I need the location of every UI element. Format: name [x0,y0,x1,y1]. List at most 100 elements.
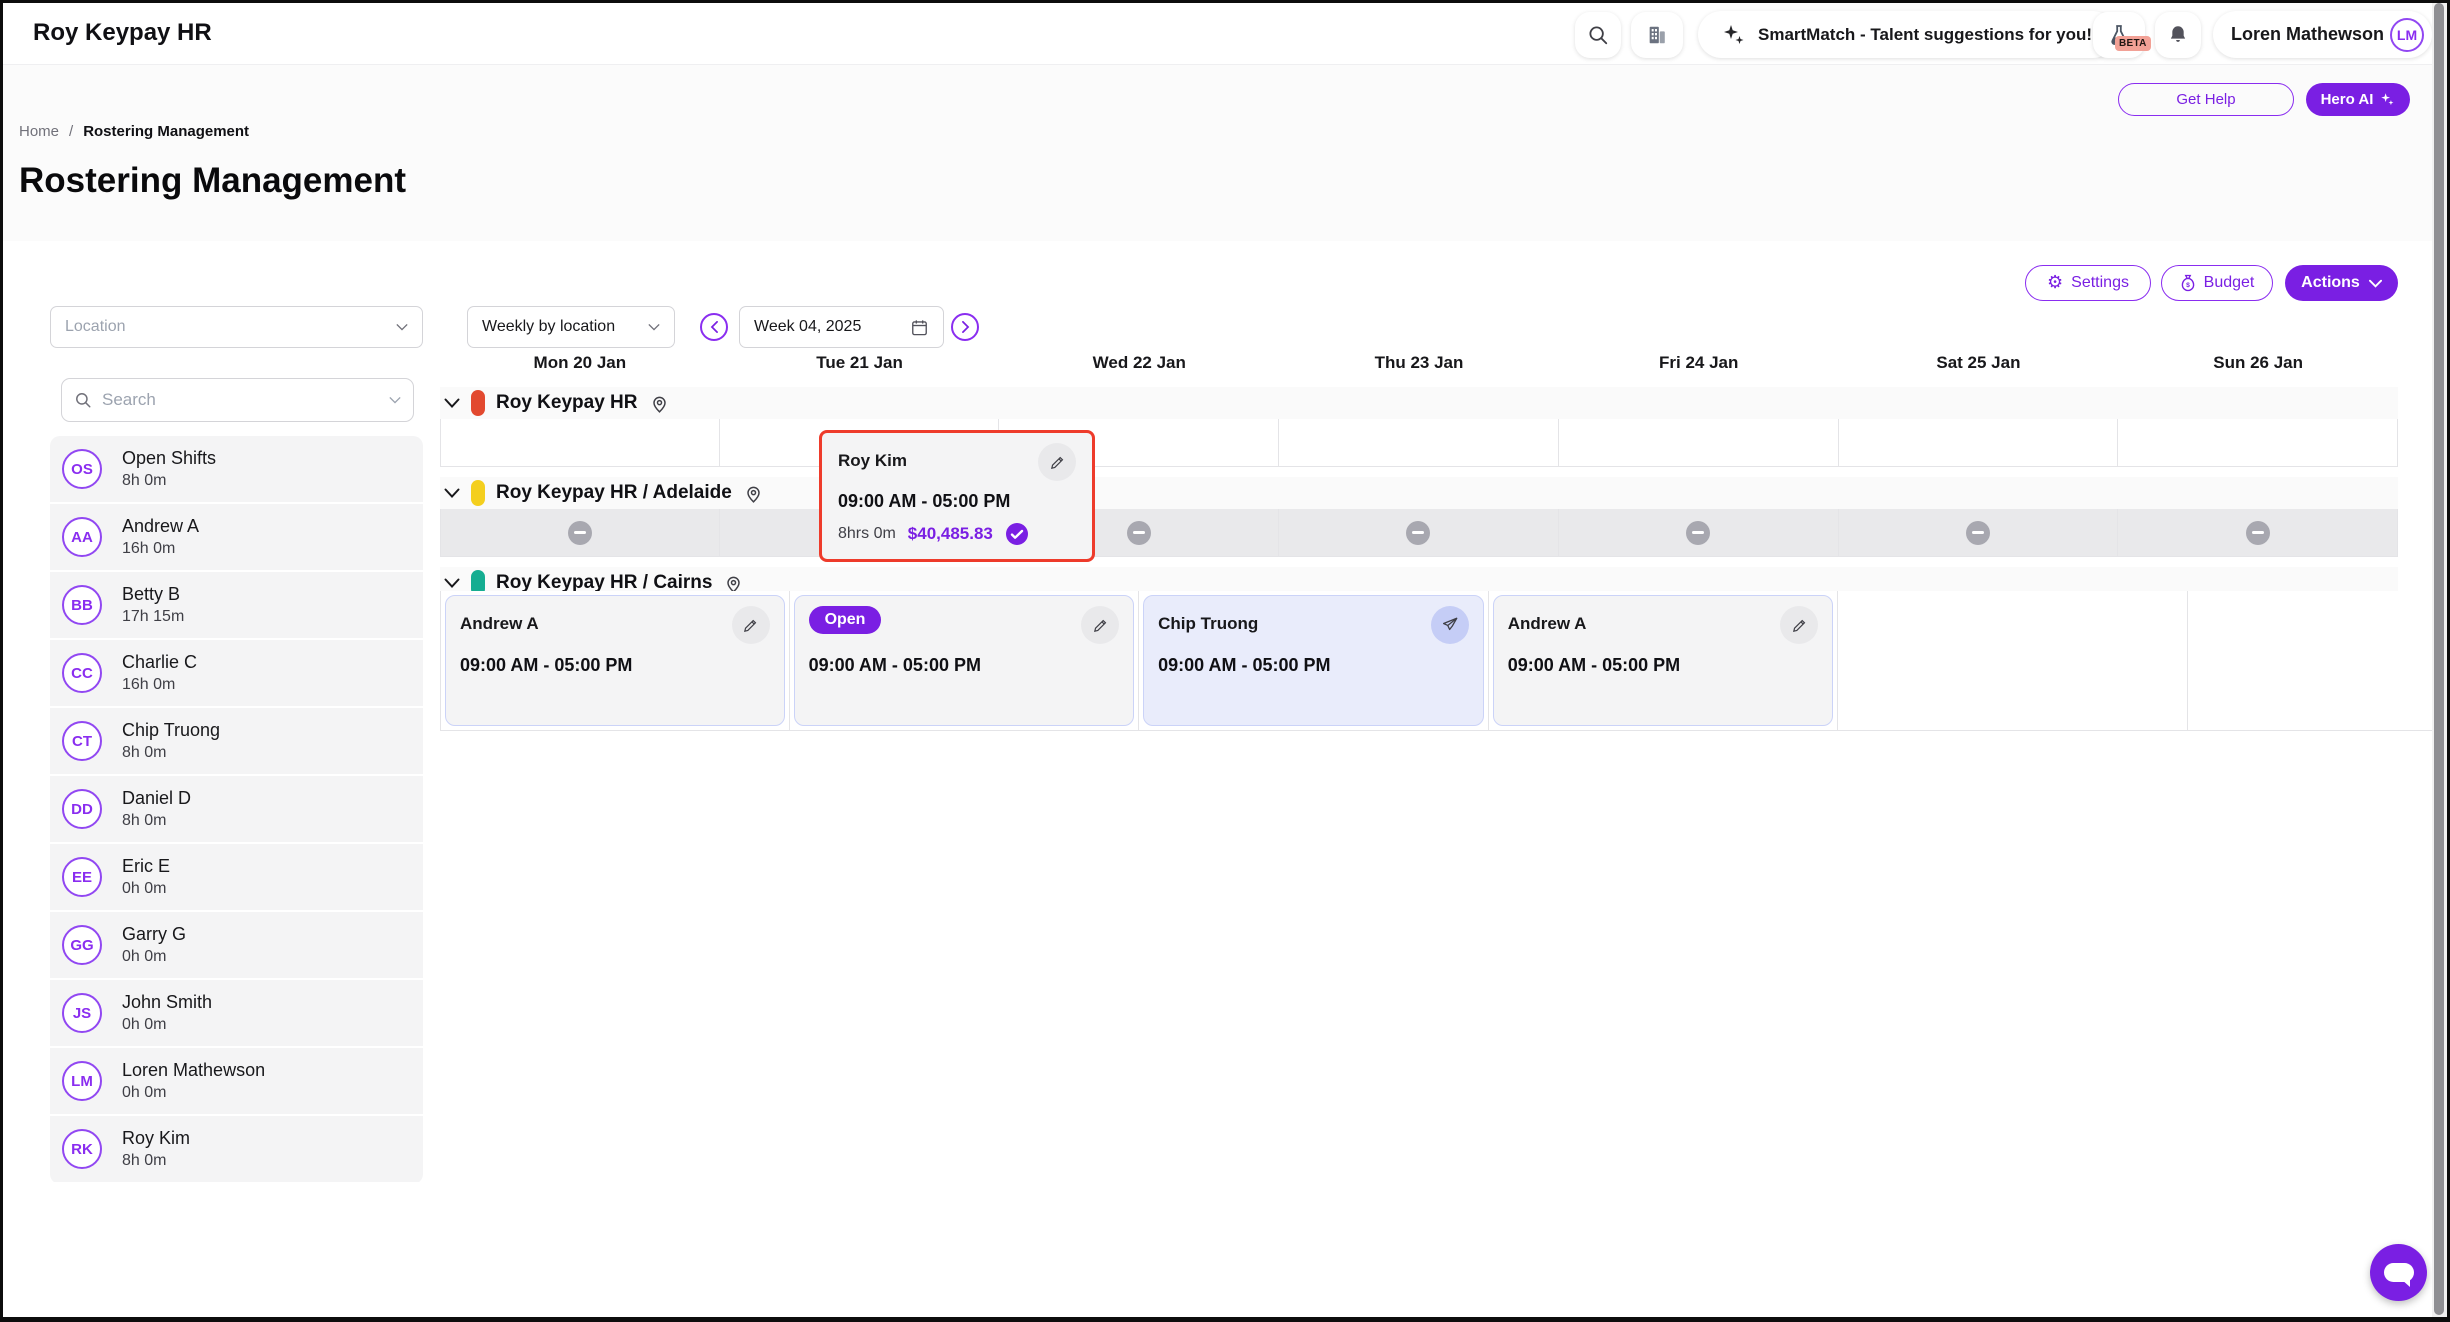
roster-cell[interactable] [1559,509,1839,557]
scrollbar-thumb[interactable] [2434,3,2444,1315]
roster-cell[interactable]: Andrew A 09:00 AM - 05:00 PM [1489,591,1839,731]
avatar: LM [62,1061,102,1101]
roster-cell[interactable] [1559,419,1839,467]
location-group-header[interactable]: Roy Keypay HR [440,387,2398,419]
week-value: Week 04, 2025 [754,318,861,336]
roster-cell[interactable] [1839,509,2119,557]
roster-cell[interactable] [440,419,720,467]
labs-button[interactable]: BETA [2093,12,2145,58]
edit-shift-button[interactable] [1081,606,1119,644]
view-mode-select[interactable]: Weekly by location [467,306,675,348]
employee-search[interactable] [61,378,414,422]
shift-card-top: Open [809,606,1120,644]
pencil-icon [742,617,759,634]
budget-button[interactable]: $ Budget [2161,265,2273,301]
employee-text: John Smith0h 0m [122,990,212,1036]
shift-time: 09:00 AM - 05:00 PM [809,655,1120,676]
edit-shift-button[interactable] [732,606,770,644]
search-input[interactable] [102,390,379,410]
publish-shift-button[interactable] [1431,606,1469,644]
actions-button[interactable]: Actions [2285,265,2398,301]
avatar: GG [62,925,102,965]
breadcrumb-home[interactable]: Home [19,123,59,140]
organisation-button[interactable] [1631,12,1683,58]
get-help-button[interactable]: Get Help [2118,83,2294,116]
settings-label: Settings [2071,274,2129,292]
roster-cell[interactable] [1279,509,1559,557]
chat-launcher-button[interactable] [2370,1244,2427,1301]
shift-time: 09:00 AM - 05:00 PM [1508,655,1819,676]
chevron-down-icon[interactable] [444,398,460,409]
search-button[interactable] [1575,12,1621,58]
previous-week-button[interactable] [700,313,728,341]
employee-name: Daniel D [122,786,191,810]
employee-row-loren-mathewson[interactable]: LMLoren Mathewson0h 0m [50,1048,423,1114]
roster-cell[interactable] [2188,591,2450,731]
chevron-down-icon[interactable] [444,488,460,499]
day-header-mon: Mon 20 Jan [440,353,720,373]
shift-time: 09:00 AM - 05:00 PM [1158,655,1469,676]
pencil-icon [1791,617,1808,634]
employee-row-andrew-a[interactable]: AAAndrew A16h 0m [50,504,423,570]
avatar: BB [62,585,102,625]
location-select[interactable]: Location [50,306,423,348]
day-header-tue: Tue 21 Jan [720,353,1000,373]
shift-card[interactable]: Andrew A 09:00 AM - 05:00 PM [1493,595,1834,726]
settings-button[interactable]: ⚙ Settings [2025,265,2151,301]
roster-cell[interactable]: Andrew A09:00 AM - 05:00 PM [440,591,790,731]
shift-card[interactable]: Open 09:00 AM - 05:00 PM [794,595,1135,726]
employee-row-betty-b[interactable]: BBBetty B17h 15m [50,572,423,638]
week-picker[interactable]: Week 04, 2025 [739,306,944,348]
roster-cell[interactable] [440,509,720,557]
chevron-down-icon[interactable] [444,578,460,589]
shift-card[interactable]: Andrew A09:00 AM - 05:00 PM [445,595,785,726]
hero-ai-button[interactable]: Hero AI [2306,83,2410,116]
breadcrumb: Home / Rostering Management [19,123,249,140]
shift-card-bottom [460,687,770,713]
shift-employee-name: Andrew A [460,606,539,634]
user-name: Loren Mathewson [2231,24,2384,45]
user-avatar: LM [2390,18,2424,52]
next-week-button[interactable] [951,313,979,341]
edit-shift-button[interactable] [1038,443,1076,481]
page-scrollbar[interactable] [2432,3,2447,1317]
employee-hours: 8h 0m [122,742,220,764]
roster-cell[interactable]: Open 09:00 AM - 05:00 PM [790,591,1140,731]
gear-icon: ⚙ [2047,274,2063,292]
roster-cell[interactable] [2118,509,2398,557]
employee-row-john-smith[interactable]: JSJohn Smith0h 0m [50,980,423,1046]
avatar: OS [62,449,102,489]
employee-name: Roy Kim [122,1126,190,1150]
employee-hours: 8h 0m [122,470,216,492]
day-header-fri: Fri 24 Jan [1559,353,1839,373]
employee-hours: 17h 15m [122,606,184,628]
employee-row-garry-g[interactable]: GG Garry G0h 0m [50,912,423,978]
smartmatch-banner[interactable]: SmartMatch - Talent suggestions for you! [1698,11,2116,58]
roster-cell[interactable]: Chip Truong09:00 AM - 05:00 PM [1139,591,1489,731]
highlighted-shift-card[interactable]: Roy Kim 09:00 AM - 05:00 PM 8hrs 0m $40,… [819,430,1095,562]
shift-card-top: Andrew A [460,606,770,644]
employee-row-daniel-d[interactable]: DDDaniel D8h 0m [50,776,423,842]
location-pin-icon [649,393,670,414]
notifications-button[interactable] [2155,12,2201,58]
employee-row-open-shifts[interactable]: OSOpen Shifts8h 0m [50,436,423,502]
employee-row-charlie-c[interactable]: CCCharlie C16h 0m [50,640,423,706]
shift-card-top: Andrew A [1508,606,1819,644]
roster-cell[interactable] [2118,419,2398,467]
location-group-header[interactable]: Roy Keypay HR / Adelaide [440,477,2398,509]
location-pin-icon [743,483,764,504]
verified-check-icon [1005,522,1029,546]
user-menu[interactable]: Loren Mathewson LM [2213,11,2432,58]
employee-row-chip-truong[interactable]: CTChip Truong8h 0m [50,708,423,774]
employee-name: Charlie C [122,650,197,674]
employee-text: Garry G0h 0m [122,922,186,968]
search-icon [1587,24,1609,46]
shift-card[interactable]: Chip Truong09:00 AM - 05:00 PM [1143,595,1484,726]
employee-row-roy-kim[interactable]: RKRoy Kim8h 0m [50,1116,423,1182]
edit-shift-button[interactable] [1780,606,1818,644]
employee-text: Daniel D8h 0m [122,786,191,832]
employee-row-eric-e[interactable]: EEEric E0h 0m [50,844,423,910]
roster-cell[interactable] [1838,591,2188,731]
roster-cell[interactable] [1839,419,2119,467]
roster-cell[interactable] [1279,419,1559,467]
